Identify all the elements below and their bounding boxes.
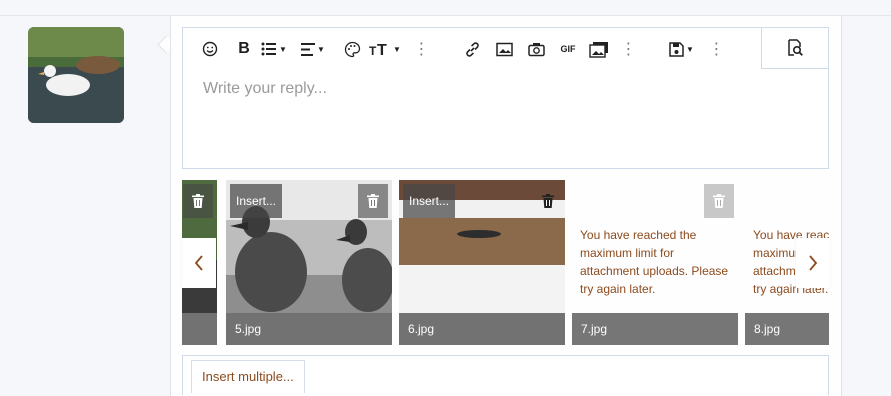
camera-icon[interactable] xyxy=(527,38,545,60)
bold-icon[interactable]: B xyxy=(235,38,253,60)
reply-editor[interactable]: B ▼ ▼ TT ▼ ⋮ GIF ⋮ ▼ ⋮ Write your reply.… xyxy=(182,27,829,169)
upload-limit-message: You have reached the maximum limit for a… xyxy=(580,228,729,296)
font-size-icon[interactable]: TT ▼ xyxy=(369,38,401,60)
attachment-tile[interactable]: Insert... 6.jpg xyxy=(399,180,565,345)
insert-button[interactable]: Insert... xyxy=(230,184,283,218)
insert-multiple-button[interactable]: Insert multiple... xyxy=(191,360,305,393)
attachment-filename xyxy=(182,313,217,345)
reply-textarea[interactable]: Write your reply... xyxy=(203,80,327,98)
insert-button[interactable]: Insert... xyxy=(403,184,456,218)
preview-button[interactable] xyxy=(761,28,828,69)
attachment-filename: 7.jpg xyxy=(572,313,738,345)
attachment-filename: 5.jpg xyxy=(226,313,392,345)
svg-text:T: T xyxy=(377,42,387,57)
smile-icon[interactable] xyxy=(201,38,219,60)
list-icon[interactable]: ▼ xyxy=(261,38,287,60)
attachment-strip: Insert... 5.jpg Insert... 6.jpg You have… xyxy=(182,180,829,345)
trash-icon xyxy=(367,194,379,208)
palette-icon[interactable] xyxy=(343,38,361,60)
trash-icon xyxy=(542,194,554,208)
gif-icon[interactable]: GIF xyxy=(559,38,577,60)
avatar[interactable] xyxy=(28,27,124,123)
chevron-left-icon xyxy=(194,255,203,271)
draft-icon[interactable]: ▼ xyxy=(669,38,694,60)
scroll-left-button[interactable] xyxy=(182,238,216,288)
media-gallery-icon[interactable] xyxy=(589,38,609,60)
editor-toolbar: B ▼ ▼ TT ▼ ⋮ GIF ⋮ ▼ ⋮ xyxy=(183,28,828,70)
align-icon[interactable]: ▼ xyxy=(301,38,325,60)
delete-button[interactable] xyxy=(704,184,734,218)
link-icon[interactable] xyxy=(463,38,481,60)
delete-button[interactable] xyxy=(535,184,561,218)
chevron-right-icon xyxy=(809,255,818,271)
delete-button[interactable] xyxy=(183,184,213,218)
preview-icon xyxy=(788,39,803,56)
attachment-actions: Insert multiple... xyxy=(182,355,829,395)
more-icon[interactable]: ⋮ xyxy=(412,38,430,60)
trash-icon xyxy=(192,194,204,208)
delete-button[interactable] xyxy=(358,184,388,218)
trash-icon xyxy=(713,194,725,208)
attachment-tile[interactable]: Insert... 5.jpg xyxy=(226,180,392,345)
attachment-tile[interactable]: You have reached the maximum limit for a… xyxy=(572,180,738,345)
attachment-filename: 8.jpg xyxy=(745,313,829,345)
svg-text:T: T xyxy=(369,44,377,57)
more-icon[interactable]: ⋮ xyxy=(707,38,725,60)
attachment-filename: 6.jpg xyxy=(399,313,565,345)
image-icon[interactable] xyxy=(495,38,513,60)
more-icon[interactable]: ⋮ xyxy=(619,38,637,60)
scroll-right-button[interactable] xyxy=(796,238,830,288)
